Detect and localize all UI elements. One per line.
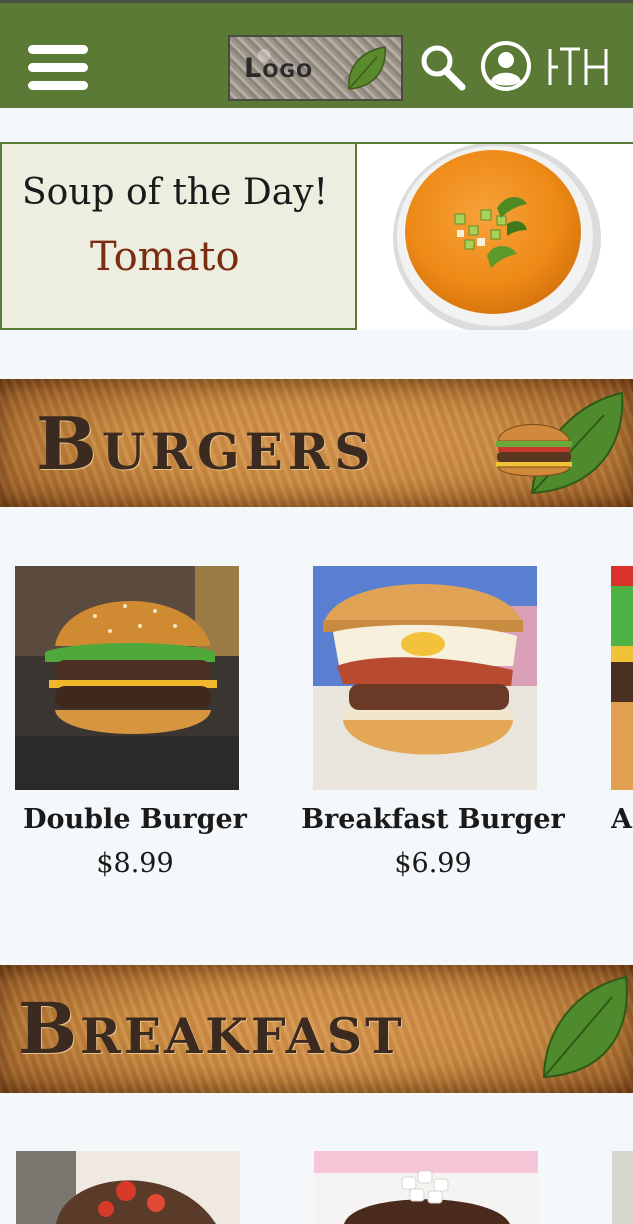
breakfast-item-photo-2[interactable] [314, 1151, 538, 1224]
soup-of-the-day-card[interactable]: Soup of the Day! Tomato [0, 142, 633, 334]
breakfast-leaf-icon [542, 975, 628, 1079]
breakfast-item-photo-1[interactable] [16, 1151, 240, 1224]
search-icon[interactable] [419, 43, 467, 91]
leaf-icon [348, 46, 386, 90]
double-burger-photo[interactable] [15, 566, 239, 790]
item-name: Breakfast Burger [301, 804, 565, 835]
burgers-section-title: Burgers [36, 401, 376, 486]
item-price: $6.99 [394, 848, 472, 879]
account-icon[interactable] [480, 40, 532, 92]
breakfast-section-banner[interactable]: Breakfast [0, 965, 633, 1093]
logo[interactable]: Logo [228, 35, 403, 101]
soup-photo [355, 142, 633, 334]
item-price: $8.99 [96, 848, 174, 879]
top-navigation-bar: Logo [0, 0, 633, 108]
item-name: Double Burger [23, 804, 247, 835]
burgers-section-banner[interactable]: Burgers [0, 379, 633, 507]
breakfast-burger-photo[interactable] [313, 566, 537, 790]
logo-text: Logo [244, 52, 314, 84]
soup-name: Tomato [90, 234, 240, 280]
burger-leaf-icon [496, 391, 624, 495]
third-burger-photo[interactable] [611, 566, 633, 790]
breakfast-section-title: Breakfast [18, 987, 405, 1070]
menu-icon[interactable] [28, 43, 90, 93]
locations-icon[interactable] [546, 45, 610, 89]
soup-title: Soup of the Day! [22, 172, 328, 213]
item-name: A [611, 804, 632, 835]
breakfast-item-photo-3[interactable] [612, 1151, 633, 1224]
